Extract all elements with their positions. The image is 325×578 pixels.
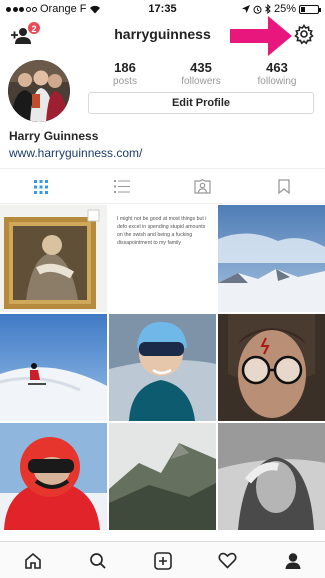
settings-button[interactable]	[293, 23, 315, 45]
grid-post[interactable]	[109, 423, 216, 530]
post-image-skier-helmet	[109, 314, 216, 421]
status-right: 25%	[241, 3, 321, 15]
grid-post[interactable]	[0, 205, 107, 312]
avatar[interactable]	[8, 60, 70, 122]
grid-post[interactable]	[109, 314, 216, 421]
post-image-harry-potter-selfie	[218, 314, 325, 421]
pink-arrow-annotation	[230, 16, 292, 56]
battery-percent: 25%	[273, 3, 296, 15]
location-arrow-icon	[241, 5, 250, 13]
battery-icon	[299, 4, 321, 14]
followers-count[interactable]: 435 followers	[166, 60, 236, 87]
post-image-woman-portrait	[218, 423, 325, 530]
post-image-mountain-mist	[109, 423, 216, 530]
heart-icon	[218, 552, 237, 569]
followers-label: followers	[181, 76, 221, 87]
bookmark-icon	[277, 179, 290, 194]
following-label: following	[257, 76, 297, 87]
grid-post[interactable]	[0, 314, 107, 421]
followers-number: 435	[190, 60, 212, 75]
nav-activity[interactable]	[195, 542, 260, 578]
tab-tagged-photos[interactable]	[162, 169, 243, 204]
grid-post[interactable]	[0, 423, 107, 530]
grid-post[interactable]	[218, 205, 325, 312]
grid-post[interactable]	[218, 314, 325, 421]
website-link[interactable]: www.harryguinness.com/	[9, 146, 142, 160]
grid-post[interactable]: I might not be good at most things but i…	[109, 205, 216, 312]
post-image-snowy-mountains	[218, 205, 325, 312]
nav-new-post[interactable]	[130, 542, 195, 578]
tab-grid-view[interactable]	[0, 169, 81, 204]
bottom-nav	[0, 541, 325, 578]
grid-view-icon	[33, 179, 48, 194]
edit-profile-button[interactable]: Edit Profile	[88, 92, 314, 114]
posts-label: posts	[113, 76, 137, 87]
profile-photo	[8, 60, 70, 122]
nav-search[interactable]	[65, 542, 130, 578]
battery-fill	[301, 6, 305, 12]
list-view-icon	[113, 180, 130, 193]
alarm-icon	[253, 5, 262, 14]
tab-saved[interactable]	[243, 169, 324, 204]
search-icon	[89, 552, 106, 569]
posts-count[interactable]: 186 posts	[90, 60, 160, 87]
tagged-photos-icon	[194, 179, 211, 194]
gear-icon	[294, 24, 314, 45]
full-name: Harry Guinness	[9, 129, 99, 143]
following-number: 463	[266, 60, 288, 75]
profile-view-tabs	[0, 168, 325, 204]
post-image-painting	[0, 205, 107, 312]
tab-list-view[interactable]	[81, 169, 162, 204]
post-image-skier	[0, 314, 107, 421]
bluetooth-icon	[265, 4, 271, 14]
post-image-red-jacket-skier	[0, 423, 107, 530]
post-quote-text: I might not be good at most things but i…	[117, 216, 207, 247]
following-count[interactable]: 463 following	[242, 60, 312, 87]
home-icon	[24, 552, 41, 569]
plus-square-icon	[153, 551, 172, 570]
nav-home[interactable]	[0, 542, 65, 578]
profile-icon	[285, 552, 300, 569]
nav-profile[interactable]	[260, 542, 325, 578]
grid-post[interactable]	[218, 423, 325, 530]
posts-number: 186	[114, 60, 136, 75]
